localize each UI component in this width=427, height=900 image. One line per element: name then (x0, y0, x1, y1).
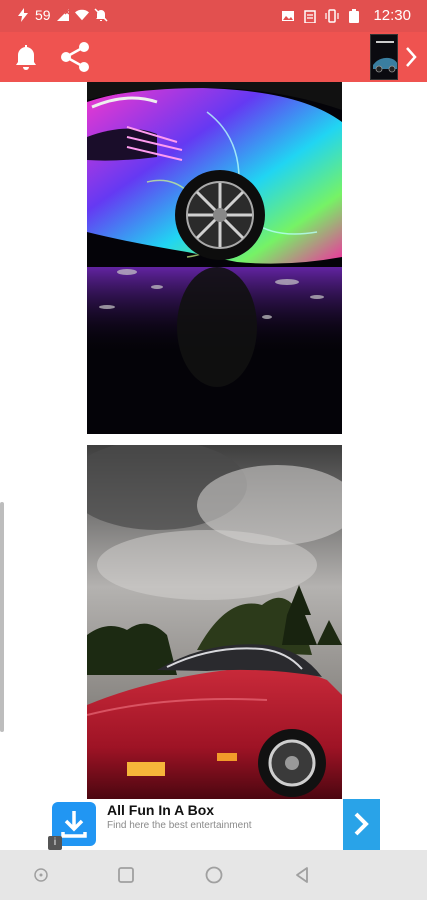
wallpaper-thumbnail[interactable] (370, 34, 398, 80)
wallpaper-red-corvette[interactable] (87, 445, 342, 800)
clipboard-icon (304, 9, 317, 23)
bell-icon[interactable] (10, 41, 42, 73)
signal-off-icon (56, 9, 70, 21)
scroll-indicator[interactable] (0, 502, 4, 732)
home-circle-icon[interactable] (202, 863, 226, 887)
charging-bolt-icon (18, 8, 28, 22)
assistant-dot-icon[interactable] (29, 863, 53, 887)
ad-title[interactable]: All Fun In A Box (107, 802, 214, 818)
chevron-right-icon (354, 812, 369, 836)
app-toolbar (0, 32, 427, 82)
battery-icon (349, 8, 360, 23)
car-thumbnail-graphic (371, 35, 397, 79)
share-icon[interactable] (58, 40, 92, 74)
status-bar: 59 12:30 (0, 0, 427, 32)
next-chevron-icon[interactable] (403, 45, 419, 69)
ad-subtitle[interactable]: Find here the best entertainment (107, 820, 252, 831)
status-right: 12:30 (281, 7, 411, 24)
clock: 12:30 (373, 7, 411, 24)
ad-banner[interactable]: i All Fun In A Box Find here the best en… (48, 799, 380, 850)
wallpaper-list[interactable] (0, 82, 427, 850)
wallpaper-neon-car[interactable] (87, 82, 342, 434)
neon-car-image (87, 82, 342, 434)
ad-open-button[interactable] (343, 799, 380, 850)
notifications-muted-icon (94, 8, 108, 22)
wifi-icon (74, 9, 89, 21)
ad-info-icon[interactable]: i (48, 836, 62, 850)
system-nav-bar (0, 850, 427, 900)
recents-square-icon[interactable] (114, 863, 138, 887)
back-triangle-icon[interactable] (290, 863, 314, 887)
red-car-image (87, 445, 342, 800)
vibrate-icon (325, 8, 340, 23)
image-icon (282, 10, 295, 21)
status-left: 59 (16, 7, 108, 23)
battery-percent: 59 (35, 7, 51, 23)
